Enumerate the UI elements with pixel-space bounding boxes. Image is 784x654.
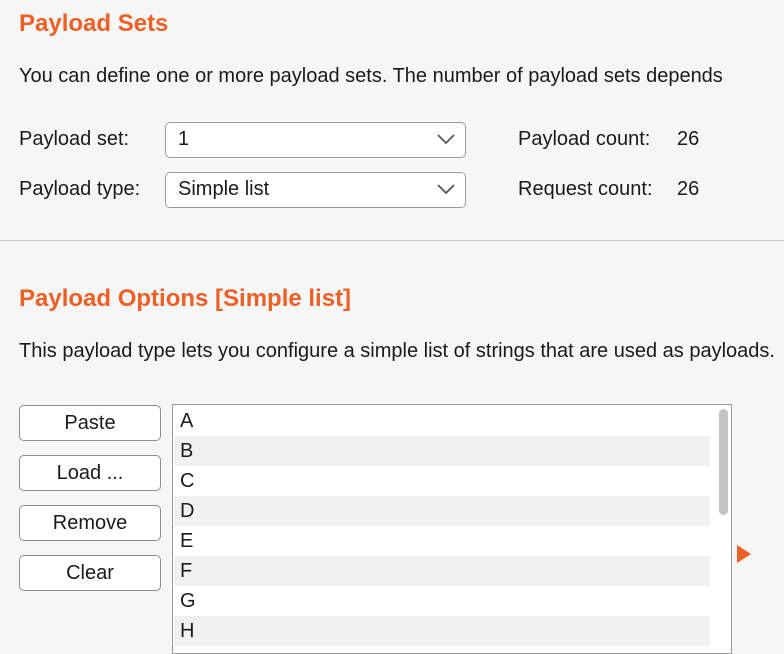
list-item[interactable]: E: [174, 526, 710, 556]
payload-type-value: Simple list: [178, 178, 270, 200]
payload-options-description: This payload type lets you configure a s…: [19, 340, 775, 362]
list-item[interactable]: B: [174, 436, 710, 466]
list-item[interactable]: D: [174, 496, 710, 526]
list-item[interactable]: H: [174, 616, 710, 646]
payload-set-value: 1: [178, 128, 190, 150]
clear-button[interactable]: Clear: [19, 555, 161, 591]
list-scrollbar[interactable]: [718, 409, 728, 653]
payload-options-heading: Payload Options [Simple list]: [19, 285, 352, 312]
payload-set-label: Payload set:: [19, 128, 130, 150]
payload-list[interactable]: A B C D E F G H: [172, 404, 732, 654]
load-button[interactable]: Load ...: [19, 455, 161, 491]
payload-type-label: Payload type:: [19, 178, 141, 200]
payload-sets-heading: Payload Sets: [19, 10, 169, 37]
chevron-down-icon: [437, 134, 455, 145]
payload-set-select[interactable]: 1: [165, 122, 466, 158]
payload-sets-description: You can define one or more payload sets.…: [19, 65, 723, 87]
chevron-down-icon: [437, 184, 455, 195]
payload-count-label: Payload count:: [518, 128, 651, 150]
list-item[interactable]: G: [174, 586, 710, 616]
list-scrollbar-thumb[interactable]: [719, 409, 728, 515]
request-count-value: 26: [677, 178, 700, 200]
payload-type-select[interactable]: Simple list: [165, 172, 466, 208]
list-item[interactable]: A: [174, 406, 710, 436]
remove-button[interactable]: Remove: [19, 505, 161, 541]
paste-button[interactable]: Paste: [19, 405, 161, 441]
list-item[interactable]: F: [174, 556, 710, 586]
triangle-right-icon[interactable]: [736, 544, 752, 564]
payload-count-value: 26: [677, 128, 700, 150]
section-divider: [0, 240, 784, 241]
list-item[interactable]: C: [174, 466, 710, 496]
request-count-label: Request count:: [518, 178, 653, 200]
